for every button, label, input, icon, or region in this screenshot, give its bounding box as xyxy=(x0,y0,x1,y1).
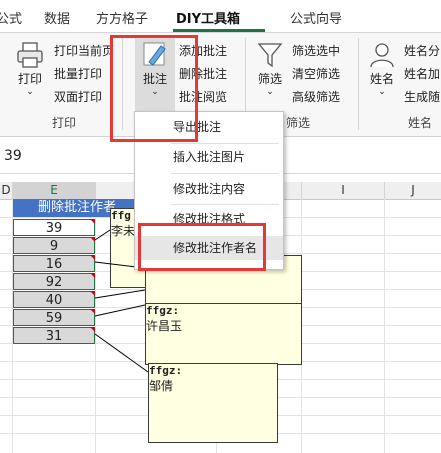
menu-item-edit-comment-author[interactable]: 修改批注作者名 xyxy=(135,236,283,260)
menu-item-export-comments[interactable]: 导出批注 xyxy=(135,116,283,138)
comment-dropdown-menu: 导出批注 插入批注图片 修改批注内容 修改批注格式 修改批注作者名 xyxy=(134,111,284,270)
menu-divider xyxy=(171,143,279,144)
menu-divider xyxy=(171,173,279,174)
menu-item-edit-comment-format[interactable]: 修改批注格式 xyxy=(135,208,283,230)
menu-item-edit-comment-content[interactable]: 修改批注内容 xyxy=(135,178,283,200)
menu-divider xyxy=(171,204,279,205)
menu-item-insert-comment-image[interactable]: 插入批注图片 xyxy=(135,146,283,168)
